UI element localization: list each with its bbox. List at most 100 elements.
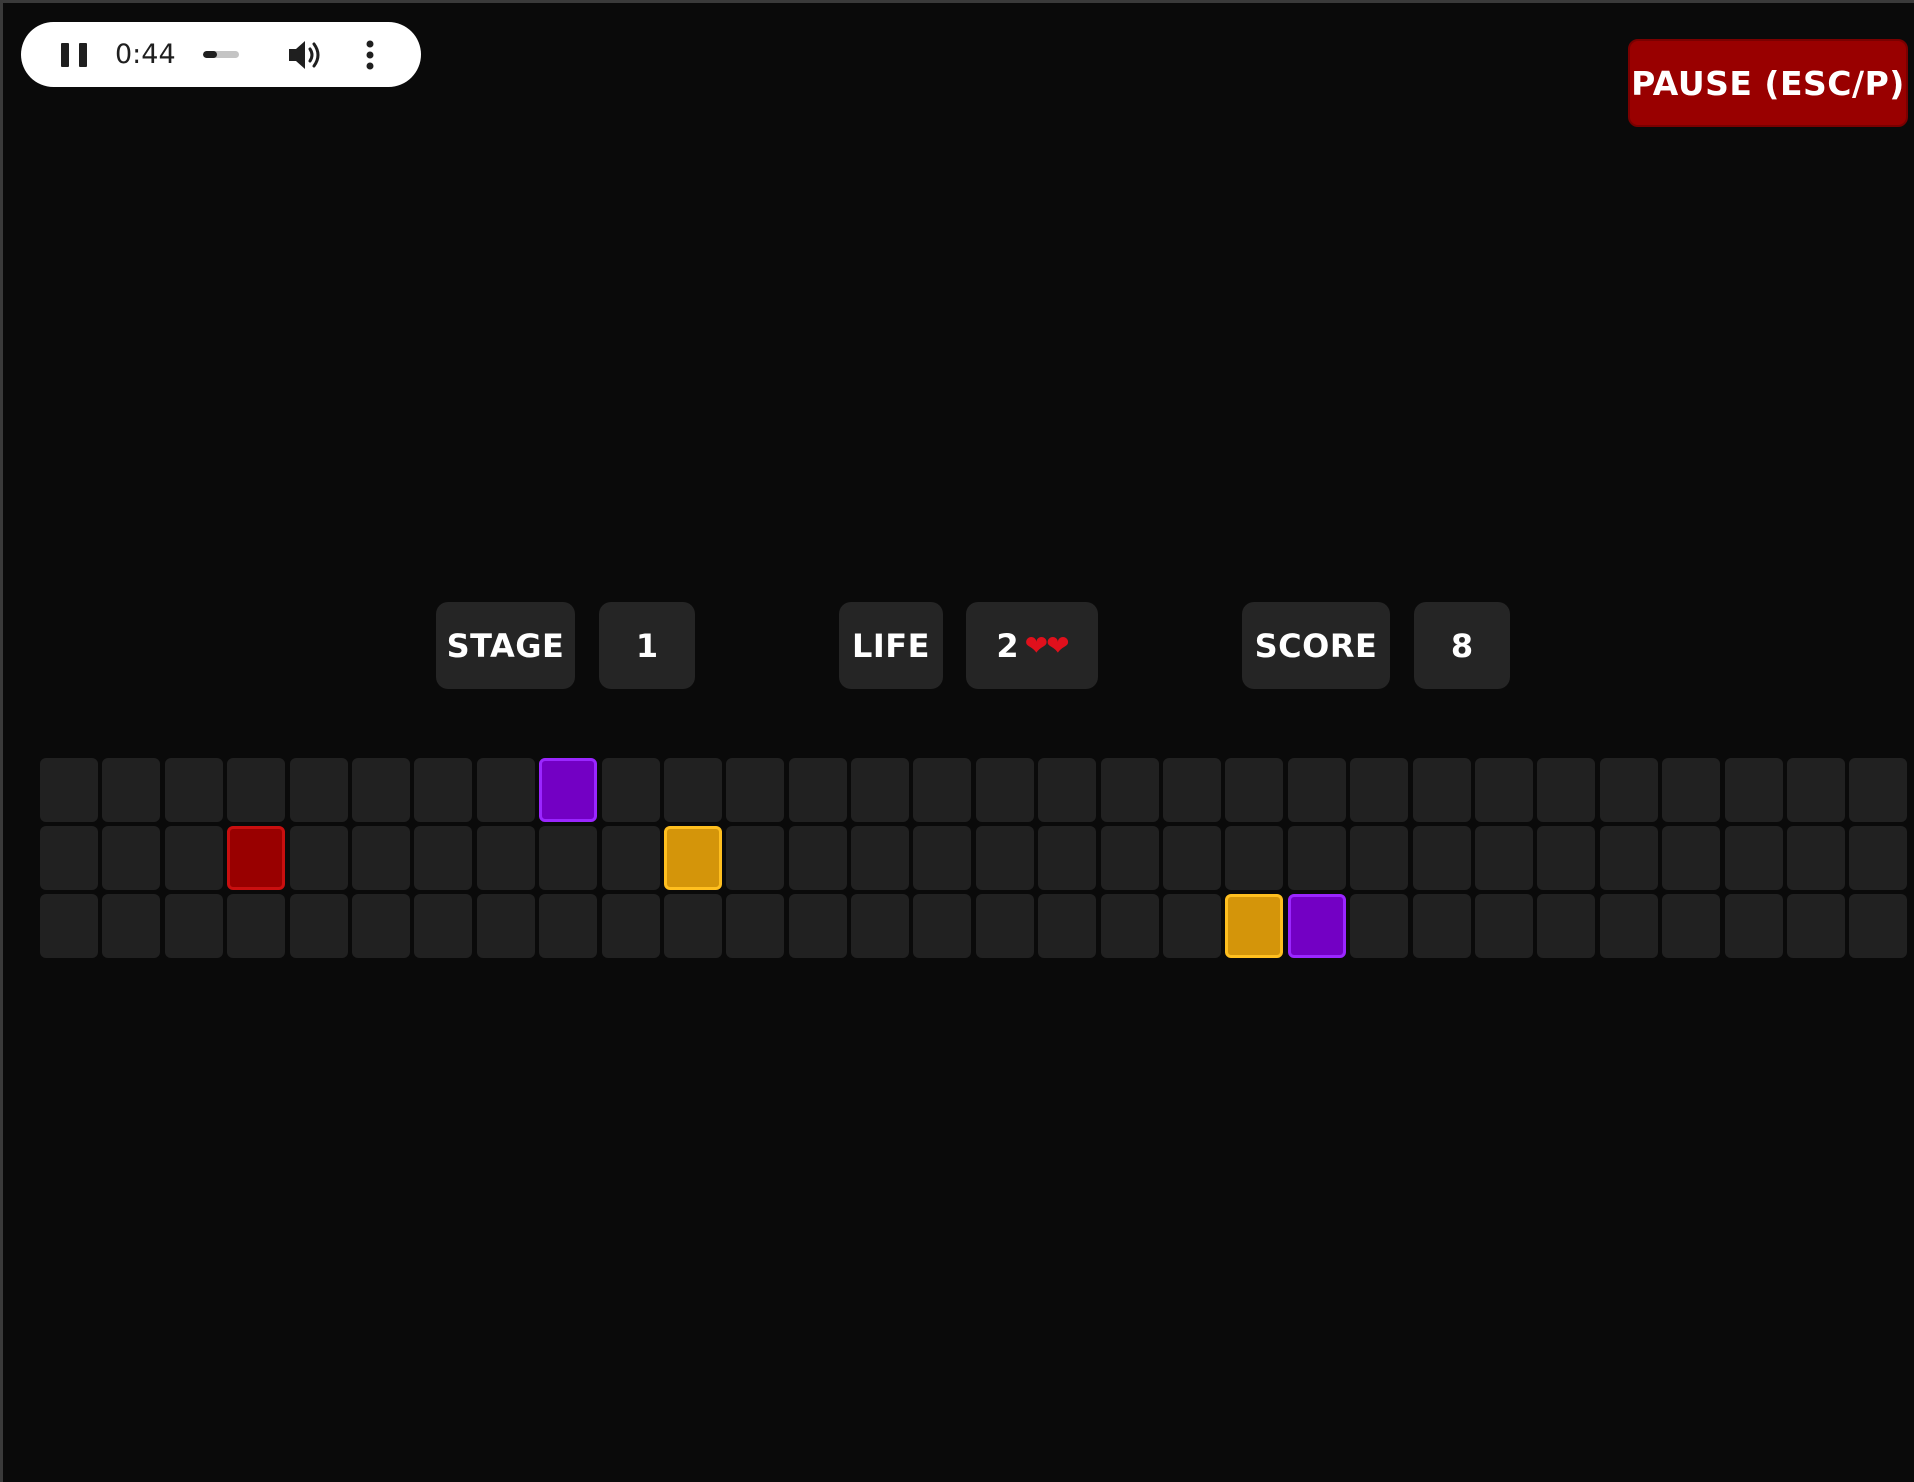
score-label-text: SCORE [1254,626,1378,665]
board-cell [1786,894,1845,958]
board-cell [164,894,223,958]
board-cell [1599,758,1658,822]
board-cell [351,894,410,958]
board-cell [227,894,286,958]
block-purple [539,758,598,822]
board-cell [1786,826,1845,890]
stage-label: STAGE [436,602,575,689]
progress-slider[interactable] [203,51,239,58]
board-cell [1038,758,1097,822]
block-orange [663,826,722,890]
board-cell [1537,826,1596,890]
stage-value-text: 1 [635,626,659,665]
board-cell [227,758,286,822]
board-cell [289,894,348,958]
pause-icon-bar-left [61,43,69,67]
volume-icon[interactable] [287,38,325,72]
progress-fill [203,51,218,58]
board-cell [1599,826,1658,890]
board-cell [40,894,98,958]
board-cell [1225,758,1284,822]
board-cell [351,826,410,890]
board-cell [1662,894,1721,958]
pause-button[interactable]: PAUSE (ESC/P) [1628,39,1908,127]
board-cell [539,894,598,958]
board-cell [726,826,785,890]
board-cell [414,826,473,890]
board-cell [1163,826,1222,890]
board-cell [102,894,161,958]
board-cell [102,758,161,822]
board-cell [1786,758,1845,822]
board-cell [601,758,660,822]
board-cell [476,894,535,958]
board-cell [788,826,847,890]
block-red [227,826,286,890]
block-purple [1287,894,1346,958]
board-cell [1287,758,1346,822]
board-cell [1537,894,1596,958]
board-cell [1849,894,1908,958]
board-cell [102,826,161,890]
heart-icon: ❤❤ [1024,629,1070,662]
board-cell [1412,826,1471,890]
board-cell [1350,758,1409,822]
board-cell [1287,826,1346,890]
board-cell [289,758,348,822]
board-cell [1100,894,1159,958]
board-cell [1100,826,1159,890]
board-cell [851,758,910,822]
life-label-text: LIFE [851,626,930,665]
board-cell [1724,758,1783,822]
board-cell [476,758,535,822]
board-cell [1038,826,1097,890]
board-cell [539,826,598,890]
board-cell [414,894,473,958]
board-cell [1849,826,1908,890]
board-cell [1724,894,1783,958]
board-cell [975,826,1034,890]
board-cell [1474,758,1533,822]
board-cell [164,758,223,822]
life-label: LIFE [839,602,943,689]
board-cell [726,894,785,958]
board-cell [1350,894,1409,958]
life-value-text: 2 [996,626,1019,665]
board-cell [1537,758,1596,822]
board-cell [913,758,972,822]
board-cell [975,894,1034,958]
stage-value: 1 [599,602,695,689]
board-cell [1163,894,1222,958]
board-cell [164,826,223,890]
board-cell [1038,894,1097,958]
board-cell [1724,826,1783,890]
board-cell [1662,826,1721,890]
board-cell [788,758,847,822]
board-cell [601,894,660,958]
board-cell [1163,758,1222,822]
board-cell [414,758,473,822]
board-cell [1100,758,1159,822]
pause-icon-bar-right [79,43,87,67]
board-cell [788,894,847,958]
audio-player[interactable]: 0:44 [21,22,421,87]
board-cell [1474,894,1533,958]
board-cell [663,758,722,822]
board-cell [1599,894,1658,958]
board-cell [351,758,410,822]
board-cell [1412,758,1471,822]
stage-label-text: STAGE [446,626,565,665]
board-cell [1350,826,1409,890]
board-cell [726,758,785,822]
more-vert-icon[interactable] [366,40,374,70]
board-cell [601,826,660,890]
pause-icon[interactable] [61,43,87,67]
board-cell [851,826,910,890]
board-cell [913,894,972,958]
score-label: SCORE [1242,602,1390,689]
score-value-text: 8 [1450,626,1474,665]
time-display: 0:44 [115,39,176,70]
board-cell [851,894,910,958]
board-cell [663,894,722,958]
life-value: 2 ❤❤ [966,602,1098,689]
